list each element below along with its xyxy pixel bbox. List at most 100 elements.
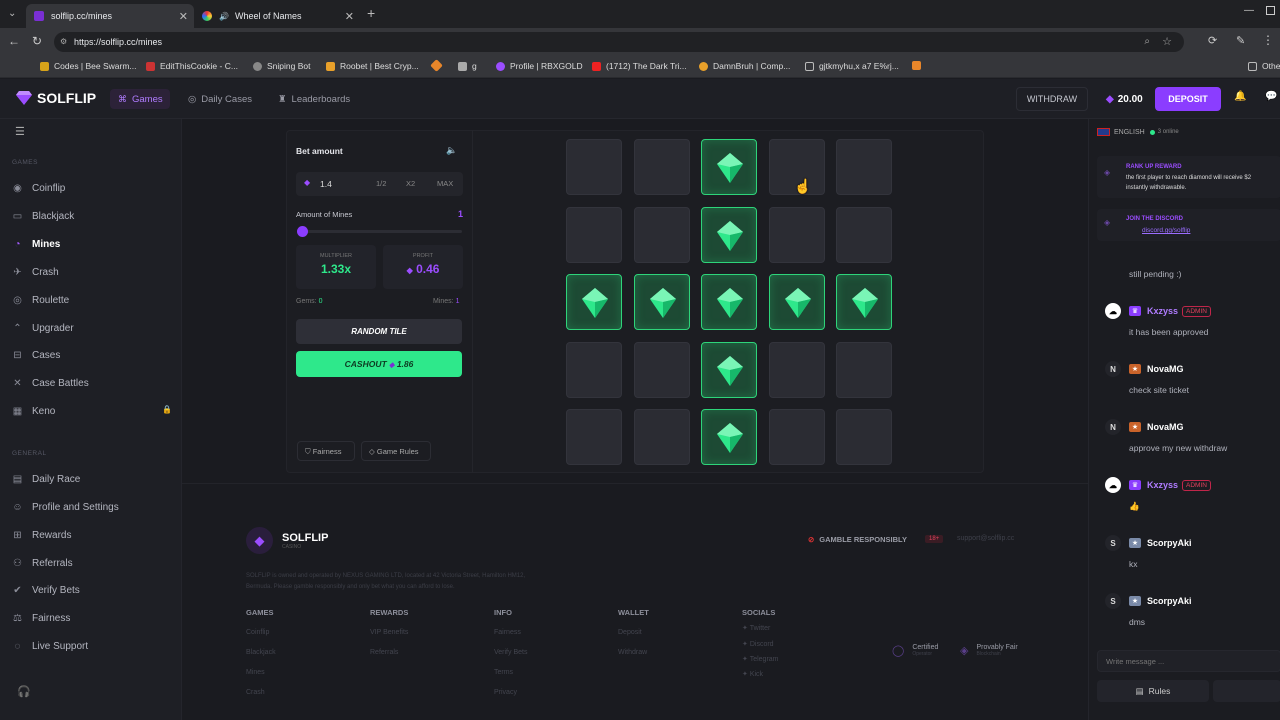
footer-link[interactable]: Coinflip (246, 629, 269, 636)
avatar[interactable]: ☁ (1105, 303, 1121, 319)
withdraw-button[interactable]: WITHDRAW (1016, 87, 1088, 111)
sidebar-item-rewards[interactable]: ⊞ Rewards (0, 524, 182, 546)
footer-link[interactable]: Deposit (618, 629, 642, 636)
mine-tile-gem[interactable] (633, 274, 690, 330)
back-icon[interactable]: ← (8, 34, 20, 48)
footer-link-kick[interactable]: ✦ Kick (742, 670, 763, 678)
chat-toggle-icon[interactable]: 💬 (1265, 91, 1277, 102)
sidebar-item-upgrader[interactable]: ⌃ Upgrader (0, 317, 182, 339)
mine-tile[interactable] (566, 206, 622, 263)
chat-username[interactable]: NovaMG (1147, 422, 1184, 432)
chat-username[interactable]: Kxzyss (1147, 306, 1178, 316)
mine-tile[interactable] (768, 206, 825, 263)
zoom-icon[interactable]: ⌕ (1144, 36, 1150, 47)
sidebar-item-verify-bets[interactable]: ✔ Verify Bets (0, 579, 182, 601)
mine-tile-gem[interactable] (701, 341, 757, 398)
footer-link[interactable]: Crash (246, 689, 265, 696)
url-field[interactable]: ⚙ https://solflip.cc/mines ⌕ ☆ (54, 32, 1184, 52)
footer-link-discord[interactable]: ✦ Discord (742, 640, 774, 648)
footer-link[interactable]: Fairness (494, 629, 521, 636)
mine-tile[interactable] (768, 341, 825, 398)
bookmark-item[interactable]: Profile | RBXGOLD (496, 61, 583, 71)
maximize-icon[interactable] (1266, 6, 1275, 15)
mine-tile[interactable] (633, 409, 690, 465)
mine-tile-gem[interactable] (566, 274, 622, 330)
close-tab-icon[interactable]: ✕ (345, 10, 354, 23)
mine-tile-gem[interactable] (836, 274, 892, 330)
extension-icon[interactable]: ⟳ (1208, 34, 1217, 47)
bookmark-item[interactable]: EditThisCookie - C... (146, 61, 238, 71)
mine-tile[interactable] (633, 139, 690, 195)
mine-tile-gem[interactable] (701, 409, 757, 465)
tip-button[interactable] (1213, 680, 1280, 702)
mine-tile[interactable] (836, 409, 892, 465)
sidebar-item-case-battles[interactable]: ✕ Case Battles (0, 372, 182, 394)
bookmark-item[interactable]: DamnBruh | Comp... (699, 61, 790, 71)
sidebar-item-profile[interactable]: ☺ Profile and Settings (0, 496, 182, 518)
mine-tile[interactable] (633, 341, 690, 398)
footer-link[interactable]: Mines (246, 669, 265, 676)
bookmark-folder[interactable]: gjtkmyhu,x a7 E%rj... (805, 61, 899, 71)
mine-tile-gem[interactable] (701, 274, 757, 330)
sidebar-item-cases[interactable]: ⊟ Cases (0, 344, 182, 366)
bookmark-item[interactable]: (1712) The Dark Tri... (592, 61, 687, 71)
headset-icon[interactable]: 🎧 (17, 685, 31, 698)
footer-link-telegram[interactable]: ✦ Telegram (742, 655, 779, 663)
footer-link[interactable]: Terms (494, 669, 513, 676)
mine-tile[interactable] (836, 206, 892, 263)
sidebar-item-mines[interactable]: ◔ Mines (0, 233, 182, 255)
bookmark-item[interactable] (430, 59, 446, 72)
footer-link[interactable]: Verify Bets (494, 649, 527, 656)
browser-tab-wheel[interactable]: 🔊 Wheel of Names ✕ (194, 4, 360, 28)
hamburger-menu-icon[interactable]: ☰ (15, 125, 25, 138)
chat-username[interactable]: ScorpyAki (1147, 538, 1192, 548)
footer-link[interactable]: Blackjack (246, 649, 276, 656)
deposit-button[interactable]: DEPOSIT (1155, 87, 1221, 111)
support-email-link[interactable]: support@solflip.cc (957, 535, 1014, 542)
mine-tile[interactable] (566, 139, 622, 195)
avatar[interactable]: N (1105, 361, 1121, 377)
bookmark-star-icon[interactable]: ☆ (1162, 35, 1172, 48)
mines-slider-track[interactable] (300, 230, 462, 233)
menu-dots-icon[interactable]: ⋮ (1262, 33, 1274, 47)
avatar[interactable]: S (1105, 535, 1121, 551)
max-bet-button[interactable]: MAX (437, 179, 453, 188)
sound-icon[interactable]: 🔈 (446, 145, 457, 156)
sidebar-item-coinflip[interactable]: ◉ Coinflip (0, 177, 182, 199)
fairness-button[interactable]: ⛉ Fairness (297, 441, 355, 461)
tab-list-chevron-icon[interactable]: ⌄ (8, 8, 16, 19)
sidebar-item-daily-race[interactable]: ▤ Daily Race (0, 468, 182, 490)
avatar[interactable]: N (1105, 419, 1121, 435)
mines-slider-handle[interactable] (297, 226, 308, 237)
sidebar-item-fairness[interactable]: ⚖ Fairness (0, 607, 182, 629)
avatar[interactable]: S (1105, 593, 1121, 609)
mine-tile[interactable] (566, 341, 622, 398)
sidebar-item-live-support[interactable]: ◌ Live Support (0, 635, 182, 657)
bookmark-item[interactable]: Roobet | Best Cryp... (326, 61, 419, 71)
bookmark-item[interactable]: g (458, 61, 477, 71)
mine-tile[interactable] (566, 409, 622, 465)
sidebar-item-referrals[interactable]: ⚇ Referrals (0, 552, 182, 574)
mine-tile-gem[interactable] (701, 206, 757, 263)
avatar[interactable]: ☁ (1105, 477, 1121, 493)
reload-icon[interactable]: ↻ (32, 34, 42, 48)
sidebar-item-keno[interactable]: ▦ Keno 🔒 (0, 400, 182, 422)
footer-link[interactable]: Referrals (370, 649, 398, 656)
mine-tile-gem[interactable] (768, 274, 825, 330)
mine-tile[interactable] (768, 409, 825, 465)
mine-tile[interactable] (836, 341, 892, 398)
new-tab-icon[interactable]: + (367, 5, 375, 21)
random-tile-button[interactable]: RANDOM TILE (296, 319, 462, 344)
chat-username[interactable]: ScorpyAki (1147, 596, 1192, 606)
double-bet-button[interactable]: X2 (406, 179, 415, 188)
bookmark-item[interactable]: Codes | Bee Swarm... (40, 61, 137, 71)
footer-link[interactable]: Withdraw (618, 649, 647, 656)
gamble-responsibly[interactable]: ⊘ GAMBLE RESPONSIBLY (808, 535, 907, 544)
sidebar-item-blackjack[interactable]: ▭ Blackjack (0, 205, 182, 227)
other-bookmarks-folder[interactable]: Othe (1248, 61, 1280, 71)
chat-input[interactable] (1097, 650, 1280, 672)
browser-tab-solflip[interactable]: solflip.cc/mines ✕ (26, 4, 194, 28)
discord-link[interactable]: discord.gg/solflip (1142, 227, 1190, 234)
bet-amount-input[interactable]: ◆ 1.4 1/2 X2 MAX (296, 172, 463, 196)
rules-button[interactable]: ▤ Rules (1097, 680, 1209, 702)
